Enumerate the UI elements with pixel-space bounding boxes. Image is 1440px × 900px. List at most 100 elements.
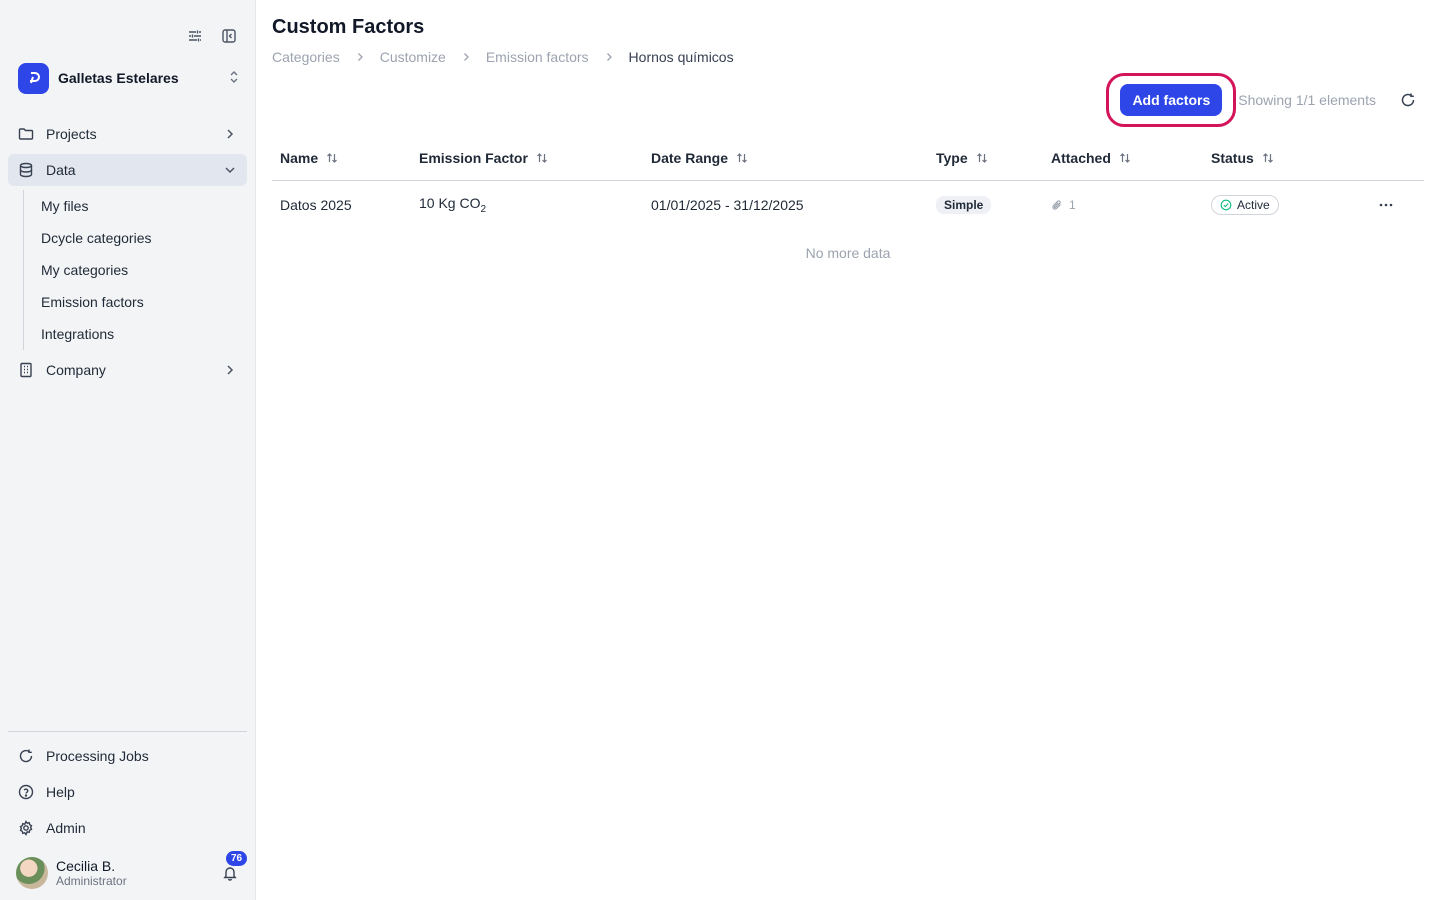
factors-table: Name Emission Factor Date Range Type Att… xyxy=(272,136,1424,261)
breadcrumb: Categories Customize Emission factors Ho… xyxy=(272,49,734,65)
toolbar: Add factors Showing 1/1 elements xyxy=(1106,72,1424,128)
check-circle-icon xyxy=(1220,199,1232,211)
attached-count: 1 xyxy=(1069,198,1076,212)
page-title: Custom Factors xyxy=(272,16,425,38)
type-badge: Simple xyxy=(936,196,992,214)
database-icon xyxy=(18,162,34,178)
chevron-down-icon xyxy=(223,163,237,177)
chevron-up-down-icon xyxy=(228,69,240,88)
nav-label: Admin xyxy=(46,820,86,836)
cell-emission-factor: 10 Kg CO2 xyxy=(419,195,651,215)
org-logo xyxy=(18,62,49,94)
sidebar: Galletas Estelares Projects Data My file… xyxy=(0,0,256,900)
chevron-right-icon xyxy=(460,51,472,63)
ef-subscript: 2 xyxy=(480,203,487,215)
table-header: Name Emission Factor Date Range Type Att… xyxy=(272,136,1424,181)
table-row[interactable]: Datos 2025 10 Kg CO2 01/01/2025 - 31/12/… xyxy=(272,181,1424,229)
nav-label: Processing Jobs xyxy=(46,748,149,764)
attachments-link[interactable]: 1 xyxy=(1051,198,1211,212)
sort-icon xyxy=(736,152,748,164)
folder-icon xyxy=(18,126,34,142)
nav-item-projects[interactable]: Projects xyxy=(8,118,247,150)
status-badge: Active xyxy=(1211,195,1279,215)
showing-count: Showing 1/1 elements xyxy=(1238,92,1376,108)
building-icon xyxy=(18,362,34,378)
cell-name: Datos 2025 xyxy=(280,197,352,213)
org-switcher[interactable]: Galletas Estelares xyxy=(18,62,240,94)
user-profile[interactable]: Cecilia B. Administrator 76 xyxy=(16,851,248,891)
sort-icon xyxy=(1262,152,1274,164)
main-content: Custom Factors Categories Customize Emis… xyxy=(272,0,1424,900)
column-header-name[interactable]: Name xyxy=(272,150,419,166)
settings-sliders-icon[interactable] xyxy=(185,26,205,46)
help-circle-icon xyxy=(18,784,34,800)
nav-item-data[interactable]: Data xyxy=(8,154,247,186)
sub-item-my-categories[interactable]: My categories xyxy=(41,254,247,286)
column-header-date-range[interactable]: Date Range xyxy=(651,150,936,166)
breadcrumb-categories[interactable]: Categories xyxy=(272,49,340,65)
chevron-right-icon xyxy=(223,363,237,377)
ef-value: 10 Kg CO xyxy=(419,195,481,212)
cell-status: Active xyxy=(1211,195,1356,215)
notification-count-badge: 76 xyxy=(226,851,248,866)
notifications-button[interactable]: 76 xyxy=(220,851,248,883)
sort-icon xyxy=(536,152,548,164)
chevron-right-icon xyxy=(354,51,366,63)
column-label: Type xyxy=(936,150,968,166)
cell-type: Simple xyxy=(936,196,1051,214)
column-header-emission-factor[interactable]: Emission Factor xyxy=(419,150,651,166)
sort-icon xyxy=(1119,152,1131,164)
refresh-icon xyxy=(1401,93,1415,107)
column-label: Date Range xyxy=(651,150,729,166)
column-label: Name xyxy=(280,150,319,166)
more-actions-icon[interactable] xyxy=(1378,197,1394,213)
nav-label: Company xyxy=(46,362,106,378)
sub-item-integrations[interactable]: Integrations xyxy=(41,318,247,350)
breadcrumb-emission-factors[interactable]: Emission factors xyxy=(486,49,589,65)
column-header-attached[interactable]: Attached xyxy=(1051,150,1211,166)
column-header-type[interactable]: Type xyxy=(936,150,1051,166)
cell-date-range: 01/01/2025 - 31/12/2025 xyxy=(651,197,804,213)
chevron-right-icon xyxy=(603,51,615,63)
cell-actions xyxy=(1356,197,1416,213)
paperclip-icon xyxy=(1051,199,1063,211)
user-role: Administrator xyxy=(56,874,127,888)
sidebar-top-actions xyxy=(185,26,239,46)
main-nav: Projects Data My files Dcycle categories… xyxy=(8,118,247,390)
breadcrumb-customize[interactable]: Customize xyxy=(380,49,446,65)
sort-icon xyxy=(976,152,988,164)
gear-icon xyxy=(18,820,34,836)
user-info: Cecilia B. Administrator xyxy=(56,858,220,888)
cell-attached: 1 xyxy=(1051,198,1211,212)
no-more-data: No more data xyxy=(805,245,891,261)
column-header-status[interactable]: Status xyxy=(1211,150,1356,166)
sidebar-bottom-nav: Processing Jobs Help Admin xyxy=(8,731,247,848)
sub-item-emission-factors[interactable]: Emission factors xyxy=(41,286,247,318)
highlight-ring: Add factors xyxy=(1106,73,1237,127)
add-factors-button[interactable]: Add factors xyxy=(1120,84,1223,116)
status-label: Active xyxy=(1237,198,1270,212)
data-sub-nav: My files Dcycle categories My categories… xyxy=(23,190,247,350)
breadcrumb-current: Hornos químicos xyxy=(628,49,734,65)
sort-icon xyxy=(326,152,338,164)
refresh-icon xyxy=(18,748,34,764)
nav-item-admin[interactable]: Admin xyxy=(8,812,247,844)
column-label: Emission Factor xyxy=(419,150,528,166)
avatar xyxy=(16,857,48,889)
org-name: Galletas Estelares xyxy=(58,70,179,86)
column-label: Attached xyxy=(1051,150,1111,166)
nav-label: Help xyxy=(46,784,75,800)
nav-item-company[interactable]: Company xyxy=(8,354,247,386)
nav-label: Data xyxy=(46,162,76,178)
sub-item-dcycle-categories[interactable]: Dcycle categories xyxy=(41,222,247,254)
nav-item-help[interactable]: Help xyxy=(8,776,247,808)
bell-icon xyxy=(223,867,237,881)
column-label: Status xyxy=(1211,150,1254,166)
nav-label: Projects xyxy=(46,126,97,142)
collapse-sidebar-icon[interactable] xyxy=(219,26,239,46)
refresh-button[interactable] xyxy=(1398,90,1418,110)
chevron-right-icon xyxy=(223,127,237,141)
user-name: Cecilia B. xyxy=(56,858,116,874)
nav-item-processing-jobs[interactable]: Processing Jobs xyxy=(8,740,247,772)
sub-item-my-files[interactable]: My files xyxy=(41,190,247,222)
